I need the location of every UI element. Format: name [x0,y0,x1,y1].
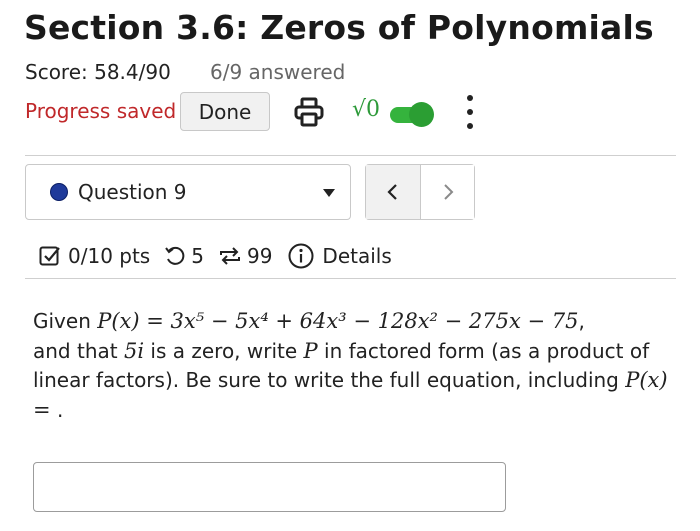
question-select-label: Question 9 [78,180,187,204]
details-label: Details [322,244,392,268]
question-punct: , [578,309,585,333]
page-title: Section 3.6: Zeros of Polynomials [24,8,654,47]
done-button[interactable]: Done [180,92,270,131]
question-intro: Given [33,309,98,333]
score-text: Score: 58.4/90 [25,60,171,84]
question-meta: 0/10 pts 5 99 Details [38,240,392,272]
retries-count: 5 [191,244,204,268]
caret-down-icon [323,189,335,197]
question-nav-group [365,164,475,220]
math-view-label: √0 [352,97,381,122]
answer-input[interactable] [33,462,506,512]
details-button[interactable]: Details [288,243,392,269]
next-question-button[interactable] [421,165,474,219]
points-group: 0/10 pts [38,244,150,268]
points-text: 0/10 pts [68,244,151,268]
print-icon[interactable] [293,96,325,132]
info-icon [288,243,314,269]
question-text: Given P(x) = 3x⁵ − 5x⁴ + 64x³ − 128x² − … [33,307,673,425]
question-punct: . [50,397,64,422]
chevron-left-icon [387,184,397,200]
question-text-part: and that [33,338,124,363]
polynomial-math: P(x) = 3x⁵ − 5x⁴ + 64x³ − 128x² − 275x −… [97,309,579,333]
undo-icon [165,246,185,265]
p-math: P [303,338,318,363]
question-status-dot [50,183,68,201]
attempts-count: 99 [246,244,273,268]
more-options-icon[interactable] [462,95,478,129]
question-text-part: is a zero, write [144,338,304,363]
progress-status: Progress saved [25,99,177,123]
attempts-group: 99 [218,244,272,268]
question-select[interactable]: Question 9 [25,164,351,220]
math-view-toggle[interactable] [390,102,434,127]
divider [25,155,676,156]
chevron-right-icon [443,184,453,200]
answered-count: 6/9 answered [210,60,346,84]
zero-math: 5i [123,338,145,363]
repeat-icon [219,247,240,265]
checkbox-icon [39,246,60,266]
divider [25,278,676,279]
previous-question-button[interactable] [366,165,421,219]
toggle-knob [409,102,434,127]
retries-group: 5 [164,244,204,268]
